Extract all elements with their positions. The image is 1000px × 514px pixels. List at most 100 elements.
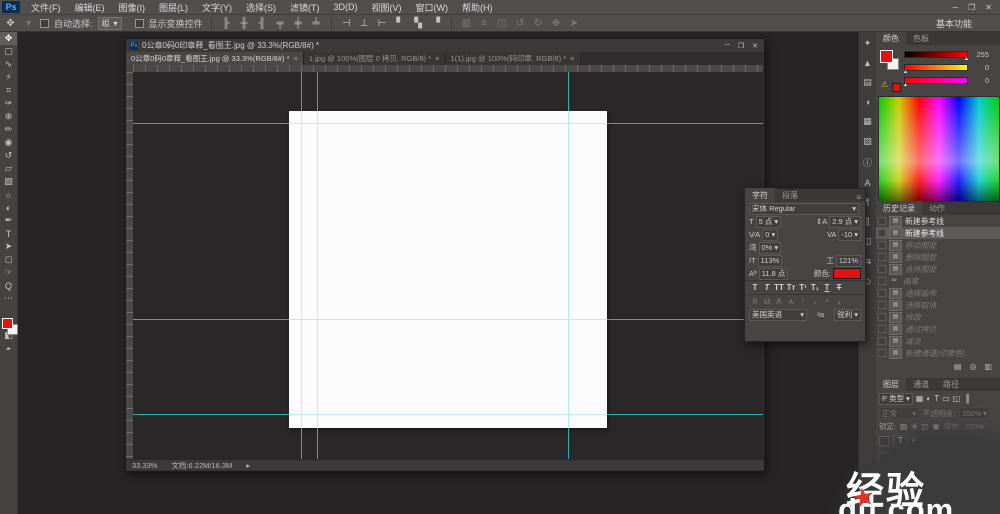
text-color-swatch[interactable] xyxy=(833,268,861,279)
new-snapshot-icon[interactable]: ◎ xyxy=(969,362,976,371)
filter-pixel-icon[interactable]: ▦ xyxy=(916,394,924,403)
tool-marquee[interactable]: ▢ xyxy=(0,45,17,58)
tool-blur[interactable]: ○ xyxy=(0,188,17,201)
opacity-field[interactable]: 100% ▾ xyxy=(959,407,990,419)
layer-filter-dropdown[interactable]: Ρ 类型 ▾ xyxy=(879,393,913,405)
fractions-button[interactable]: ᵃ xyxy=(821,297,833,306)
dock-icon-channels[interactable]: ▦ xyxy=(863,116,872,127)
language-dropdown[interactable]: 美国英语 ▾ xyxy=(749,309,807,321)
extra-icon-6[interactable]: ➤ xyxy=(568,18,581,29)
red-value[interactable]: 255 xyxy=(971,50,989,59)
anti-alias-dropdown[interactable]: 锐利 ▾ xyxy=(834,309,861,321)
green-gradient[interactable]: ▲ xyxy=(904,64,968,71)
distribute-icon-4[interactable]: ▚ xyxy=(412,18,425,29)
strikethrough-button[interactable]: T xyxy=(833,283,845,292)
distribute-icon-1[interactable]: ⊥ xyxy=(358,18,371,29)
tab-history[interactable]: 历史记录 xyxy=(876,201,922,215)
fill-value[interactable]: 100% xyxy=(965,422,984,431)
dock-icon-character-styles[interactable]: A xyxy=(864,178,870,188)
tab-swatches[interactable]: 色板 xyxy=(906,31,936,45)
faux-bold-button[interactable]: T xyxy=(749,283,761,292)
gamut-swatch[interactable] xyxy=(892,83,901,92)
dock-icon-patterns[interactable]: ▧ xyxy=(863,136,872,147)
dock-icon-swatches[interactable]: ▤ xyxy=(863,77,872,88)
lock-transparent-icon[interactable]: ▨ xyxy=(900,422,907,431)
tab-paragraph[interactable]: 段落 xyxy=(775,188,805,202)
baseline-shift-field[interactable]: 11.8 点 xyxy=(759,268,789,280)
tool-dodge[interactable]: ◐ xyxy=(0,201,17,214)
menu-select[interactable]: 选择(S) xyxy=(239,1,283,14)
status-arrow-icon[interactable]: ▸ xyxy=(246,461,250,470)
distribute-icon-2[interactable]: ⊢ xyxy=(376,18,389,29)
tool-eraser[interactable]: ▱ xyxy=(0,162,17,175)
menu-window[interactable]: 窗口(W) xyxy=(409,1,456,14)
distribute-icon-5[interactable]: ▝ xyxy=(430,18,443,29)
gamut-warning-icon[interactable]: ⚠ xyxy=(881,80,888,89)
history-row[interactable]: ▤ 新建参考线 xyxy=(876,215,1000,227)
tool-lasso[interactable]: ∿ xyxy=(0,58,17,71)
menu-filter[interactable]: 滤镜(T) xyxy=(283,1,327,14)
stylistic-alternates-button[interactable]: ᴀ xyxy=(785,297,797,306)
show-transform-checkbox[interactable] xyxy=(135,19,144,28)
extra-icon-5[interactable]: ✥ xyxy=(550,18,563,29)
align-icon-2[interactable]: ╢ xyxy=(256,18,269,29)
horizontal-scale-field[interactable]: 121% xyxy=(836,255,861,267)
history-source-checkbox[interactable] xyxy=(878,241,886,249)
tab-channels[interactable]: 通道 xyxy=(906,377,936,391)
history-row[interactable]: ▤ 新建通道(印章色) xyxy=(876,347,1000,359)
extra-icon-1[interactable]: ≡ xyxy=(478,18,491,29)
history-source-checkbox[interactable] xyxy=(878,337,886,345)
align-icon-5[interactable]: ╧ xyxy=(310,18,323,29)
slider-blue[interactable]: ▲ 0 xyxy=(904,74,996,87)
tool-clone-stamp[interactable]: ◉ xyxy=(0,136,17,149)
tool-history-brush[interactable]: ↺ xyxy=(0,149,17,162)
tab-close-icon[interactable]: × xyxy=(570,54,574,63)
faux-italic-button[interactable]: T xyxy=(761,283,773,292)
distribute-icon-0[interactable]: ⊣ xyxy=(340,18,353,29)
proportional-field[interactable]: 0% ▾ xyxy=(759,242,782,254)
extra-icon-4[interactable]: ↻ xyxy=(532,18,545,29)
tool-eyedropper[interactable]: ✑ xyxy=(0,97,17,110)
workspace-switcher[interactable]: 基本功能 xyxy=(936,17,972,30)
tool-quick-select[interactable]: ⚡ xyxy=(0,71,17,84)
ordinals-button[interactable]: ₁ xyxy=(809,297,821,306)
document-tab-1[interactable]: 0公章0码0章释_看图王.jpg @ 33.3%(RGB/8#) * × xyxy=(126,52,304,65)
doc-restore-button[interactable]: ❐ xyxy=(738,42,744,50)
slider-green[interactable]: ▲ 0 xyxy=(904,61,996,74)
align-icon-0[interactable]: ╟ xyxy=(220,18,233,29)
history-row[interactable]: ▤ 移动图层 xyxy=(876,239,1000,251)
history-row[interactable]: ▤ 修改 xyxy=(876,311,1000,323)
app-minimize-button[interactable]: ─ xyxy=(952,3,958,12)
filter-toggle-icon[interactable]: ▐ xyxy=(963,394,969,403)
kerning-field[interactable]: 0 ▾ xyxy=(762,229,778,241)
history-row[interactable]: ▤ 选择取消 xyxy=(876,299,1000,311)
align-icon-4[interactable]: ╪ xyxy=(292,18,305,29)
tool-shape[interactable]: ◻ xyxy=(0,253,17,266)
menu-type[interactable]: 文字(Y) xyxy=(195,1,239,14)
subscript-button[interactable]: T₁ xyxy=(809,283,821,292)
app-restore-button[interactable]: ❐ xyxy=(968,3,975,12)
tool-preset-caret-icon[interactable]: ▾ xyxy=(22,18,35,29)
history-source-checkbox[interactable] xyxy=(878,301,886,309)
history-source-checkbox[interactable] xyxy=(878,313,886,321)
lock-all-icon[interactable]: ▣ xyxy=(933,422,940,431)
history-source-checkbox[interactable] xyxy=(878,217,886,225)
document-title-bar[interactable]: Ps 0公章0码0印章释_看图王.jpg @ 33.3%(RGB/8#) * ─… xyxy=(126,39,764,52)
document-tab-3[interactable]: 1(1).jpg @ 100%(码印章, RGB/8) * × xyxy=(446,52,581,65)
menu-3d[interactable]: 3D(D) xyxy=(327,2,365,12)
tab-paths[interactable]: 路径 xyxy=(936,377,966,391)
history-row[interactable]: ▤ 删除图层 xyxy=(876,251,1000,263)
tool-gradient[interactable]: ▨ xyxy=(0,175,17,188)
swash-button[interactable]: A xyxy=(773,297,785,306)
color-spectrum[interactable] xyxy=(878,96,1000,202)
history-row[interactable]: ▤ 减淡 xyxy=(876,335,1000,347)
vertical-scale-field[interactable]: 113% xyxy=(758,255,783,267)
filter-type-icon[interactable]: T xyxy=(934,394,939,403)
distribute-icon-3[interactable]: ▘ xyxy=(394,18,407,29)
menu-layer[interactable]: 图层(L) xyxy=(152,1,195,14)
delete-state-icon[interactable]: ▥ xyxy=(984,362,992,371)
auto-select-dropdown[interactable]: 组 ▾ xyxy=(98,17,122,30)
history-source-checkbox[interactable] xyxy=(878,289,886,297)
tracking-field[interactable]: -10 ▾ xyxy=(838,229,861,241)
tab-character[interactable]: 字符 xyxy=(745,188,775,202)
